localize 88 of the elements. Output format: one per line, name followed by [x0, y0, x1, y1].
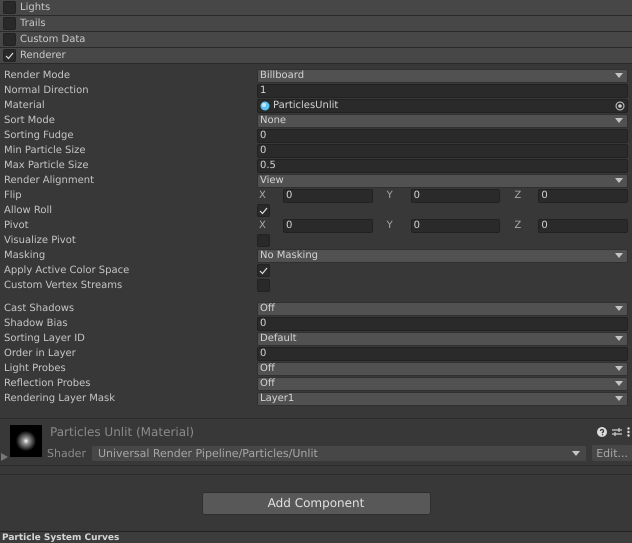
axis-label: Y [386, 190, 394, 201]
dropdown[interactable]: View [257, 174, 628, 188]
dropdown-caret-icon [615, 366, 623, 371]
property-label: Material [4, 100, 46, 111]
checkbox[interactable] [3, 33, 16, 46]
material-field[interactable]: ParticlesUnlit [257, 98, 628, 112]
module-label: Lights [20, 2, 50, 13]
property-label: Shadow Bias [4, 318, 69, 329]
module-header[interactable]: Custom Data [0, 32, 632, 48]
dropdown-caret-icon [615, 306, 623, 311]
checkbox[interactable] [257, 264, 270, 277]
section-title: Particle System Curves [2, 533, 120, 543]
property-label: Reflection Probes [4, 378, 92, 389]
property-label: Allow Roll [4, 205, 54, 216]
module-header[interactable]: Trails [0, 16, 632, 32]
sphere-icon [260, 100, 270, 110]
help-icon[interactable] [597, 427, 607, 437]
dropdown-caret-icon [615, 396, 623, 401]
module-header[interactable]: Lights [0, 0, 632, 16]
target-icon[interactable] [615, 100, 625, 110]
checkbox[interactable] [257, 204, 270, 217]
dropdown[interactable]: No Masking [257, 248, 628, 262]
section-header[interactable]: Particle System Curves [0, 531, 632, 543]
expand-arrow-icon[interactable] [1, 453, 8, 461]
axis-label: Z [514, 220, 522, 231]
property-label: Custom Vertex Streams [4, 280, 124, 291]
dropdown[interactable]: None [257, 114, 628, 128]
property-label: Pivot [4, 220, 30, 231]
dropdown[interactable]: Layer1 [257, 392, 628, 406]
number-field[interactable]: 0 [283, 188, 373, 202]
more-icon[interactable] [627, 427, 630, 437]
material-preview [10, 425, 42, 457]
checkbox[interactable] [3, 17, 16, 30]
dropdown-caret-icon [615, 73, 623, 78]
number-field[interactable]: 0 [538, 218, 628, 232]
property-label: Order in Layer [4, 348, 77, 359]
property-label: Light Probes [4, 363, 67, 374]
dropdown-caret-icon [615, 336, 623, 341]
number-field[interactable]: 0 [257, 128, 628, 142]
number-field[interactable]: 0.5 [257, 158, 628, 172]
axis-label: Z [514, 190, 522, 201]
dropdown[interactable]: Off [257, 362, 628, 376]
module-header[interactable]: Renderer [0, 48, 632, 64]
dropdown[interactable]: Off [257, 302, 628, 316]
property-label: Sorting Fudge [4, 130, 75, 141]
number-field[interactable]: 0 [257, 144, 628, 158]
number-field[interactable]: 1 [257, 84, 628, 98]
dropdown[interactable]: Billboard [257, 68, 628, 82]
dropdown[interactable]: Default [257, 332, 628, 346]
number-field[interactable]: 0 [410, 218, 500, 232]
module-label: Trails [20, 18, 46, 29]
dropdown[interactable]: Off [257, 376, 628, 390]
property-label: Render Mode [4, 70, 72, 81]
checkbox[interactable] [3, 1, 16, 14]
axis-label: X [259, 190, 267, 201]
axis-label: Y [386, 220, 394, 231]
property-label: Min Particle Size [4, 145, 87, 156]
property-label: Normal Direction [4, 85, 90, 96]
shader-label: Shader [47, 446, 86, 460]
dropdown-caret-icon [572, 450, 580, 456]
number-field[interactable]: 0 [410, 188, 500, 202]
dropdown-caret-icon [615, 178, 623, 183]
property-label: Rendering Layer Mask [4, 393, 116, 404]
number-field[interactable]: 0 [257, 316, 628, 330]
property-label: Max Particle Size [4, 160, 90, 171]
number-field[interactable]: 0 [283, 218, 373, 232]
sliders-icon[interactable] [612, 427, 622, 437]
axis-label: X [259, 220, 267, 231]
dropdown-caret-icon [615, 381, 623, 386]
module-label: Renderer [20, 50, 66, 61]
dropdown-caret-icon [615, 118, 623, 123]
material-title: Particles Unlit (Material) [50, 425, 194, 439]
property-label: Masking [4, 250, 46, 261]
property-label: Visualize Pivot [4, 235, 77, 246]
property-label: Sort Mode [4, 115, 56, 126]
property-label: Sorting Layer ID [4, 333, 86, 344]
module-label: Custom Data [20, 34, 86, 45]
dropdown-caret-icon [615, 253, 623, 258]
add-component-button[interactable]: Add Component [202, 492, 430, 514]
property-label: Cast Shadows [4, 303, 76, 314]
shader-dropdown[interactable]: Universal Render Pipeline/Particles/Unlit [92, 446, 586, 460]
checkbox[interactable] [3, 49, 16, 62]
property-label: Render Alignment [4, 175, 96, 186]
property-label: Apply Active Color Space [4, 265, 130, 276]
number-field[interactable]: 0 [538, 188, 628, 202]
edit-button[interactable]: Edit... [592, 445, 632, 461]
number-field[interactable]: 0 [257, 346, 628, 360]
property-label: Flip [4, 190, 23, 201]
